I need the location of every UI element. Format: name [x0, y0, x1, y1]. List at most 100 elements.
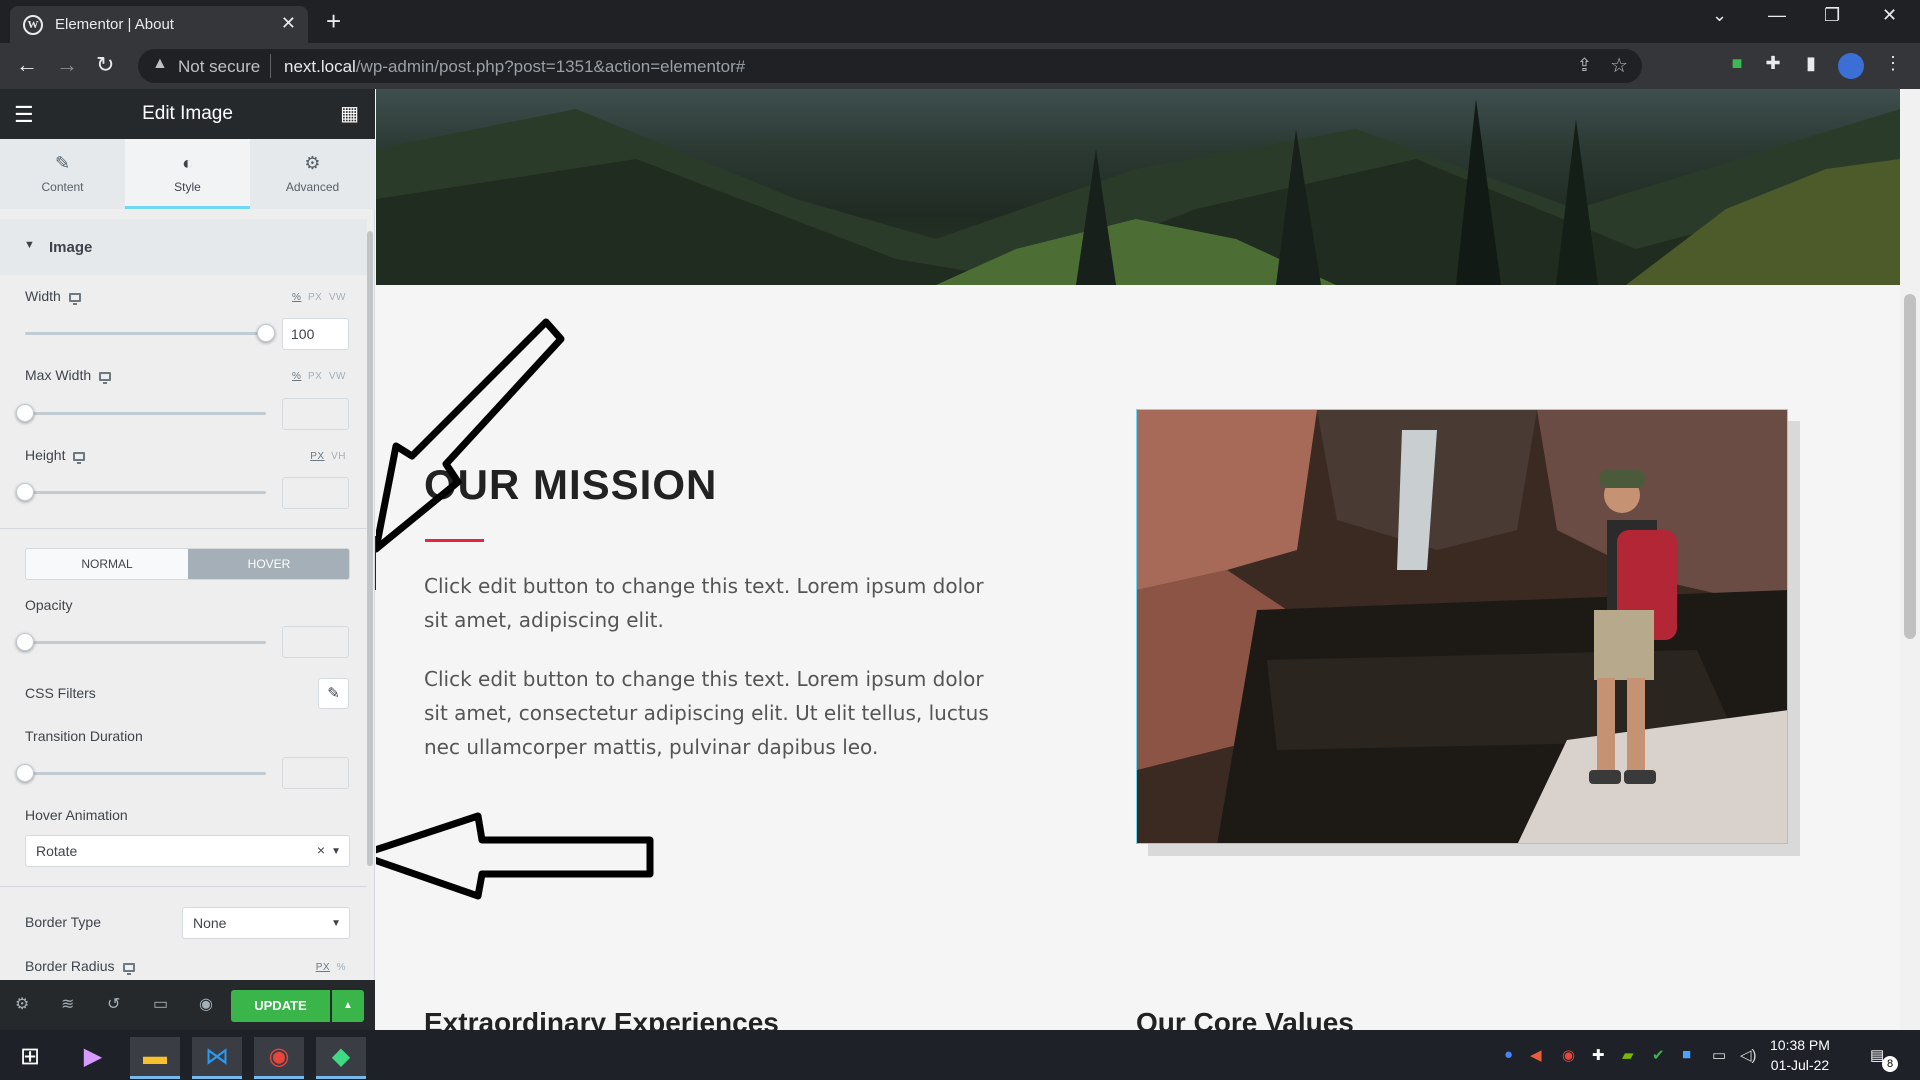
opacity-slider-handle[interactable] — [16, 633, 34, 651]
tray-check-icon[interactable]: ✔ — [1652, 1046, 1665, 1064]
width-slider[interactable] — [25, 324, 275, 342]
tab-content[interactable]: ✎ Content — [0, 139, 125, 209]
clock-time: 10:38 PM — [1770, 1037, 1830, 1053]
navigator-layers-icon[interactable]: ≋ — [61, 994, 74, 1014]
desktop-icon[interactable] — [73, 451, 86, 464]
tab-advanced[interactable]: ⚙ Advanced — [250, 139, 375, 209]
media-player-icon[interactable]: ▶ — [68, 1037, 118, 1079]
history-icon[interactable]: ↺ — [107, 994, 120, 1014]
reload-icon[interactable]: ↻ — [96, 52, 114, 78]
transition-duration-slider[interactable] — [16, 764, 266, 782]
hover-tab[interactable]: HOVER — [188, 549, 349, 579]
windows-taskbar: ⊞ ▶ ▬ ⋈ ◉ ◆ ● ◀ ◉ ✚ ▰ ✔ ■ ▭ ◁) 10:38 PM … — [0, 1030, 1920, 1080]
normal-tab[interactable]: NORMAL — [26, 549, 188, 579]
tab-advanced-label: Advanced — [285, 180, 340, 194]
volume-icon[interactable]: ◁) — [1740, 1046, 1757, 1064]
width-label: Width — [25, 288, 81, 305]
warning-icon: ▲ — [152, 55, 168, 72]
network-icon[interactable]: ▭ — [1712, 1046, 1726, 1064]
width-input[interactable]: 100 — [282, 318, 349, 350]
hover-animation-label: Hover Animation — [25, 807, 128, 823]
notification-count-badge: 8 — [1882, 1056, 1898, 1072]
side-panel-icon[interactable]: ▮ — [1798, 53, 1824, 79]
mission-paragraph-1[interactable]: Click edit button to change this text. L… — [424, 569, 994, 637]
css-filters-edit-button[interactable]: ✎ — [318, 678, 349, 709]
height-slider[interactable] — [16, 483, 266, 501]
address-bar[interactable]: ▲ Not secure next.local/wp-admin/post.ph… — [138, 49, 1642, 83]
height-slider-handle[interactable] — [16, 483, 34, 501]
clock-date: 01-Jul-22 — [1770, 1057, 1830, 1073]
clear-icon[interactable]: × — [317, 842, 325, 858]
close-window-icon[interactable]: ✕ — [1882, 5, 1897, 26]
profile-avatar-icon[interactable] — [1838, 53, 1864, 79]
height-units[interactable]: PX VH — [310, 451, 346, 462]
border-radius-label: Border Radius — [25, 958, 135, 975]
panel-tabs: ✎ Content ◐ Style ⚙ Advanced — [0, 139, 375, 209]
gear-icon: ⚙ — [304, 153, 321, 173]
tray-megaphone-icon[interactable]: ◀ — [1530, 1046, 1542, 1064]
page-scrollbar[interactable] — [1900, 89, 1920, 1030]
widgets-grid-icon[interactable]: ▦ — [340, 101, 359, 126]
tray-shield-icon[interactable]: ✚ — [1592, 1046, 1605, 1064]
restore-icon[interactable]: ❐ — [1824, 5, 1840, 26]
new-tab-icon[interactable]: + — [326, 6, 341, 37]
max-width-input[interactable] — [282, 398, 349, 430]
forward-icon[interactable]: → — [56, 52, 78, 78]
border-type-select[interactable]: None ▼ — [182, 907, 350, 939]
share-icon[interactable]: ⇪ — [1577, 55, 1592, 76]
security-label: Not secure — [178, 57, 261, 76]
update-button[interactable]: UPDATE — [231, 990, 330, 1022]
minimize-icon[interactable]: — — [1768, 5, 1786, 26]
tray-chrome-icon[interactable]: ◉ — [1562, 1046, 1575, 1064]
preview-eye-icon[interactable]: ◉ — [199, 994, 213, 1014]
border-type-label: Border Type — [25, 914, 102, 930]
close-tab-icon[interactable]: ✕ — [281, 13, 296, 34]
opacity-slider[interactable] — [16, 633, 266, 651]
column-heading-experiences[interactable]: Extraordinary Experiences — [424, 1007, 779, 1030]
system-clock[interactable]: 10:38 PM 01-Jul-22 — [1770, 1035, 1830, 1075]
state-tabs: NORMAL HOVER — [25, 548, 350, 580]
transition-duration-input[interactable] — [282, 757, 349, 789]
desktop-icon[interactable] — [122, 962, 135, 975]
tray-nvidia-icon[interactable]: ▰ — [1622, 1046, 1634, 1064]
panel-footer: ⚙ ≋ ↺ ▭ ◉ UPDATE ▲ — [0, 980, 375, 1030]
back-icon[interactable]: ← — [16, 52, 38, 78]
border-radius-units[interactable]: PX % — [316, 962, 346, 973]
windows-start-icon[interactable]: ⊞ — [5, 1037, 55, 1079]
section-image-header[interactable]: ▼ Image — [0, 219, 367, 275]
column-heading-values[interactable]: Our Core Values — [1136, 1007, 1354, 1030]
responsive-mode-icon[interactable]: ▭ — [153, 994, 168, 1014]
chrome-icon[interactable]: ◉ — [254, 1037, 304, 1079]
url-text[interactable]: next.local/wp-admin/post.php?post=1351&a… — [284, 57, 745, 77]
app-diamond-icon[interactable]: ◆ — [316, 1037, 366, 1079]
transition-duration-slider-handle[interactable] — [16, 764, 34, 782]
settings-icon[interactable]: ⚙ — [15, 994, 29, 1014]
mission-paragraph-2[interactable]: Click edit button to change this text. L… — [424, 662, 994, 764]
tray-app-icon[interactable]: ● — [1504, 1046, 1513, 1063]
height-input[interactable] — [282, 477, 349, 509]
tab-search-icon[interactable]: ⌄ — [1712, 5, 1727, 26]
panel-scrollbar[interactable] — [367, 231, 373, 866]
extension-sg-icon[interactable]: ■ — [1724, 53, 1750, 79]
menu-kebab-icon[interactable]: ⋮ — [1880, 53, 1906, 79]
update-options-icon[interactable]: ▲ — [332, 990, 364, 1022]
section-title: Image — [49, 239, 93, 256]
hover-animation-select[interactable]: Rotate × ▼ — [25, 835, 350, 867]
width-units[interactable]: % PX VW — [292, 292, 346, 303]
file-explorer-icon[interactable]: ▬ — [130, 1037, 180, 1079]
bookmark-star-icon[interactable]: ☆ — [1610, 53, 1628, 78]
max-width-units[interactable]: % PX VW — [292, 371, 346, 382]
width-slider-handle[interactable] — [257, 324, 275, 342]
page-scrollbar-thumb[interactable] — [1904, 294, 1916, 639]
max-width-slider-handle[interactable] — [16, 404, 34, 422]
max-width-slider[interactable] — [16, 404, 266, 422]
tab-style[interactable]: ◐ Style — [125, 139, 250, 209]
extensions-puzzle-icon[interactable]: ✚ — [1760, 53, 1786, 79]
tray-window-icon[interactable]: ■ — [1682, 1046, 1691, 1063]
selected-image-widget[interactable] — [1136, 409, 1788, 844]
vscode-icon[interactable]: ⋈ — [192, 1037, 242, 1079]
opacity-input[interactable] — [282, 626, 349, 658]
desktop-icon[interactable] — [68, 292, 81, 305]
desktop-icon[interactable] — [99, 371, 112, 384]
browser-tab[interactable]: W Elementor | About ✕ — [10, 6, 308, 43]
